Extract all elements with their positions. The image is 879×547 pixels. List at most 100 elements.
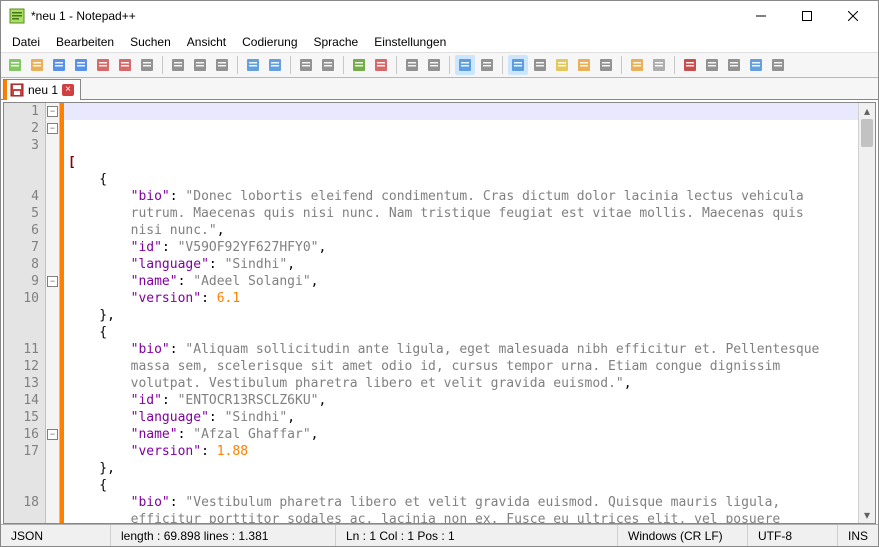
doc-map-icon[interactable] (530, 55, 550, 75)
line-number: 11 (4, 341, 39, 358)
minimize-button[interactable] (738, 2, 784, 30)
maximize-button[interactable] (784, 2, 830, 30)
scrollbar-thumb[interactable] (861, 119, 873, 147)
status-insert-mode[interactable]: INS (838, 525, 878, 546)
line-number: 9 (4, 273, 39, 290)
code-line[interactable]: [ (68, 154, 858, 171)
line-number: 13 (4, 375, 39, 392)
func-list-icon[interactable] (552, 55, 572, 75)
fold-toggle-icon[interactable]: − (47, 106, 58, 117)
code-line[interactable]: "id": "ENTOCR13RSCLZ6KU", (68, 392, 858, 409)
tab-label: neu 1 (28, 83, 58, 97)
doc-list-icon[interactable] (649, 55, 669, 75)
fold-toggle-icon[interactable]: − (47, 429, 58, 440)
folder-open-icon[interactable] (627, 55, 647, 75)
redo-icon[interactable] (265, 55, 285, 75)
status-eol[interactable]: Windows (CR LF) (618, 525, 748, 546)
fold-toggle-icon[interactable]: − (47, 123, 58, 134)
indent-icon[interactable] (508, 55, 528, 75)
code-line[interactable]: "bio": "Donec lobortis eleifend condimen… (68, 188, 858, 205)
code-editor[interactable]: [ { "bio": "Donec lobortis eleifend cond… (64, 103, 858, 523)
menu-bar: DateiBearbeitenSuchenAnsichtCodierungSpr… (1, 31, 878, 52)
print-icon[interactable] (137, 55, 157, 75)
code-line[interactable]: "version": 6.1 (68, 290, 858, 307)
zoom-in-icon[interactable] (349, 55, 369, 75)
menu-suchen[interactable]: Suchen (123, 33, 178, 51)
save-macro-icon[interactable] (768, 55, 788, 75)
close-button[interactable] (830, 2, 876, 30)
status-encoding[interactable]: UTF-8 (748, 525, 838, 546)
wrap-icon[interactable] (455, 55, 475, 75)
line-number: 15 (4, 409, 39, 426)
code-line[interactable]: nisi nunc.", (68, 222, 858, 239)
code-line[interactable]: "language": "Sindhi", (68, 256, 858, 273)
sync-h-icon[interactable] (424, 55, 444, 75)
vertical-scrollbar[interactable]: ▴ ▾ (858, 103, 875, 523)
stop-icon[interactable] (702, 55, 722, 75)
line-number: 2 (4, 120, 39, 137)
code-line[interactable]: massa sem, scelerisque sit amet odio id,… (68, 358, 858, 375)
line-number: 17 (4, 443, 39, 460)
zoom-out-icon[interactable] (371, 55, 391, 75)
replace-icon[interactable] (318, 55, 338, 75)
menu-einstellungen[interactable]: Einstellungen (367, 33, 453, 51)
menu-ansicht[interactable]: Ansicht (180, 33, 233, 51)
cut-icon[interactable] (168, 55, 188, 75)
tab-bar: neu 1 × (1, 78, 878, 100)
ws-icon[interactable] (477, 55, 497, 75)
toolbar-separator (290, 56, 291, 74)
code-line[interactable]: "bio": "Aliquam sollicitudin ante ligula… (68, 341, 858, 358)
paste-icon[interactable] (212, 55, 232, 75)
tab-neu-1[interactable]: neu 1 × (3, 79, 81, 100)
copy-icon[interactable] (190, 55, 210, 75)
close-all-icon[interactable] (115, 55, 135, 75)
monitor-icon[interactable] (596, 55, 616, 75)
fold-margin[interactable]: − − − − (46, 103, 60, 523)
save-all-icon[interactable] (71, 55, 91, 75)
code-line[interactable]: volutpat. Vestibulum pharetra libero et … (68, 375, 858, 392)
unsaved-file-icon (10, 83, 24, 97)
save-icon[interactable] (49, 55, 69, 75)
line-number (4, 154, 39, 171)
folder-icon[interactable] (574, 55, 594, 75)
code-line[interactable]: }, (68, 460, 858, 477)
open-file-icon[interactable] (27, 55, 47, 75)
menu-codierung[interactable]: Codierung (235, 33, 304, 51)
line-number: 7 (4, 239, 39, 256)
line-number-gutter: 123456789101112131415161718 (4, 103, 46, 523)
line-number: 3 (4, 137, 39, 154)
play-icon[interactable] (724, 55, 744, 75)
undo-icon[interactable] (243, 55, 263, 75)
code-line[interactable]: efficitur porttitor sodales ac, lacinia … (68, 511, 858, 523)
code-line[interactable]: rutrum. Maecenas quis nisi nunc. Nam tri… (68, 205, 858, 222)
line-number: 4 (4, 188, 39, 205)
code-line[interactable]: }, (68, 307, 858, 324)
record-icon[interactable] (680, 55, 700, 75)
code-line[interactable]: { (68, 171, 858, 188)
toolbar-separator (449, 56, 450, 74)
code-line[interactable]: "language": "Sindhi", (68, 409, 858, 426)
play-multi-icon[interactable] (746, 55, 766, 75)
fold-toggle-icon[interactable]: − (47, 276, 58, 287)
code-line[interactable]: "id": "V59OF92YF627HFY0", (68, 239, 858, 256)
find-icon[interactable] (296, 55, 316, 75)
menu-sprache[interactable]: Sprache (307, 33, 366, 51)
menu-datei[interactable]: Datei (5, 33, 47, 51)
tab-close-icon[interactable]: × (62, 84, 74, 96)
toolbar-separator (237, 56, 238, 74)
new-file-icon[interactable] (5, 55, 25, 75)
sync-v-icon[interactable] (402, 55, 422, 75)
code-line[interactable]: { (68, 324, 858, 341)
line-number: 18 (4, 494, 39, 511)
scroll-down-icon[interactable]: ▾ (859, 507, 875, 523)
close-icon[interactable] (93, 55, 113, 75)
code-line[interactable]: "name": "Afzal Ghaffar", (68, 426, 858, 443)
editor-area: 123456789101112131415161718 −−−− [ { "bi… (3, 102, 876, 524)
code-line[interactable]: "bio": "Vestibulum pharetra libero et ve… (68, 494, 858, 511)
code-line[interactable]: "name": "Adeel Solangi", (68, 273, 858, 290)
toolbar-separator (162, 56, 163, 74)
menu-bearbeiten[interactable]: Bearbeiten (49, 33, 121, 51)
scroll-up-icon[interactable]: ▴ (859, 103, 875, 119)
code-line[interactable]: "version": 1.88 (68, 443, 858, 460)
code-line[interactable]: { (68, 477, 858, 494)
